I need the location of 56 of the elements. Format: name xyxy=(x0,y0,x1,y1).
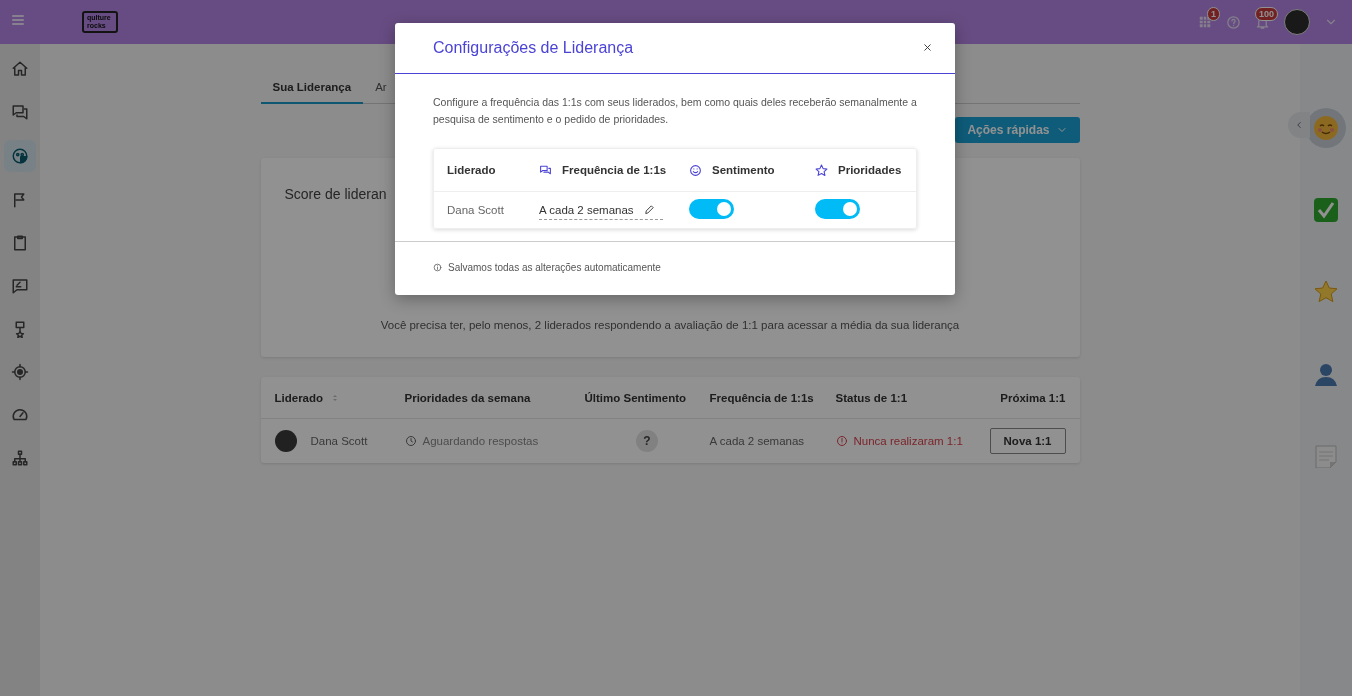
org-chart-icon xyxy=(11,449,29,467)
column-header: Liderado xyxy=(447,164,496,176)
clipboard-icon xyxy=(11,234,29,252)
table-cell-text: Dana Scott xyxy=(447,204,505,216)
person-icon xyxy=(1314,362,1338,386)
column-header: Frequência de 1:1s xyxy=(562,164,667,176)
pencil-icon xyxy=(643,204,655,215)
home-icon xyxy=(11,60,29,78)
avatar xyxy=(274,430,297,452)
info-message: Você precisa ter, pelo menos, 2 liderados respondendo a avaliação de 1:1 para acessar a média da sua liderança xyxy=(379,319,961,331)
target-icon xyxy=(11,363,29,381)
star-icon xyxy=(815,163,828,177)
table-cell: Nunca realizaram 1:1 xyxy=(853,435,963,447)
notification-badge: 1 xyxy=(1207,7,1220,21)
chevron-left-icon xyxy=(1294,120,1304,130)
menu-icon xyxy=(10,12,26,28)
close-icon xyxy=(922,42,933,53)
column-header: Liderado xyxy=(274,391,324,404)
apps-grid-icon xyxy=(1198,15,1212,29)
avatar[interactable] xyxy=(1284,9,1310,35)
column-header: Prioridades da semana xyxy=(404,391,531,404)
face-icon xyxy=(11,147,29,165)
info-icon xyxy=(433,263,442,272)
star-icon xyxy=(1314,280,1338,304)
tab[interactable]: Ar xyxy=(363,76,399,104)
table-cell: Dana Scott xyxy=(310,435,368,447)
help-icon xyxy=(1226,14,1241,30)
chat-icon xyxy=(539,163,552,177)
smiley-icon xyxy=(689,163,702,177)
autosave-note: Salvamos todas as alterações automaticamente xyxy=(448,262,661,273)
column-header: Sentimento xyxy=(712,164,775,176)
dialog-title: Configurações de Liderança xyxy=(433,39,634,57)
tab[interactable]: Sua Liderança xyxy=(260,76,364,104)
column-header: Frequência de 1:1s xyxy=(709,391,814,404)
new-meeting-button[interactable]: Nova 1:1 xyxy=(989,428,1066,454)
sentiment-toggle[interactable] xyxy=(689,199,734,219)
smiling-face-icon xyxy=(1313,115,1339,141)
sidebar-item[interactable] xyxy=(4,140,36,172)
chat-icon xyxy=(11,103,29,121)
frequency-field[interactable]: A cada 2 semanas xyxy=(539,200,663,220)
column-header: Prioridades xyxy=(838,164,902,176)
column-header: Próxima 1:1 xyxy=(1000,391,1066,404)
notepad-icon xyxy=(1315,444,1337,468)
alert-icon xyxy=(835,435,848,447)
clock-icon xyxy=(404,435,417,447)
table-cell: Aguardando respostas xyxy=(422,435,539,447)
feedback-icon xyxy=(11,277,29,295)
check-mark-icon xyxy=(1314,198,1338,222)
unknown-sentiment-badge: ? xyxy=(636,430,658,452)
table-cell-text: A cada 2 semanas xyxy=(709,435,806,447)
column-header: Último Sentimento xyxy=(584,391,687,404)
dialog-description: Configure a frequência das 1:1s com seus liderados, bem como quais deles receberão semanalmente a pesquisa de sentimento e o pedido de prioridades. xyxy=(433,95,917,127)
priorities-toggle[interactable] xyxy=(815,199,860,219)
notification-badge: 100 xyxy=(1254,6,1278,21)
card-title: Score de lideran xyxy=(284,186,387,202)
column-header: Status de 1:1 xyxy=(835,391,908,404)
